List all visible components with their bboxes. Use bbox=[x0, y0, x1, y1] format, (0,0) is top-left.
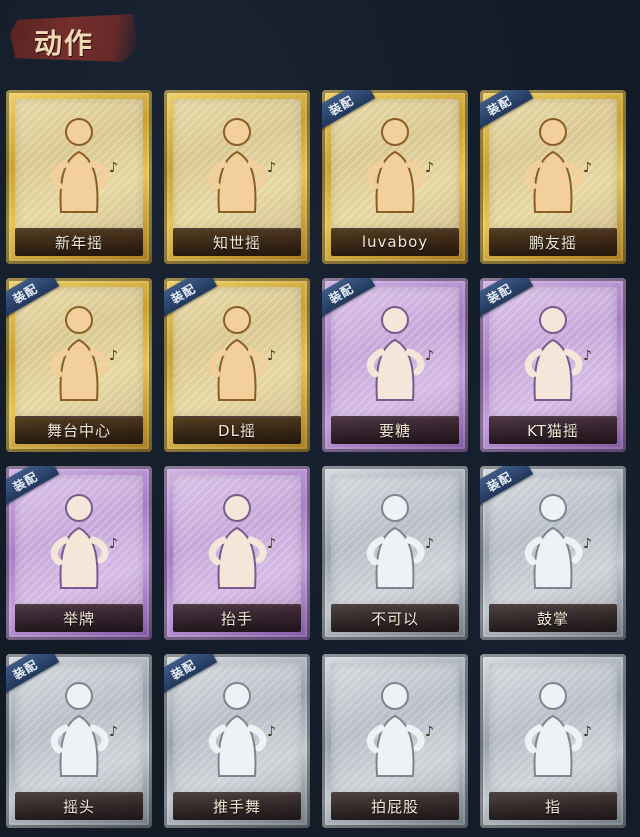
emote-card[interactable]: ♪ 摇头 装配 bbox=[6, 654, 152, 828]
emote-card[interactable]: ♪ 要糖 装配 bbox=[322, 278, 468, 452]
emote-card[interactable]: ♪ 新年摇 bbox=[6, 90, 152, 264]
card-name-bar: 要糖 bbox=[331, 416, 459, 444]
emote-name: 鼓掌 bbox=[536, 609, 569, 628]
emote-name: 指 bbox=[544, 797, 561, 816]
emote-card[interactable]: ♪ 举牌 装配 bbox=[6, 466, 152, 640]
section-header: 动作 bbox=[10, 14, 138, 62]
emote-name: 不可以 bbox=[370, 609, 419, 628]
emote-card[interactable]: ♪ luvaboy 装配 bbox=[322, 90, 468, 264]
emote-name: 拍屁股 bbox=[370, 797, 419, 816]
emote-name: 抬手 bbox=[220, 609, 253, 628]
card-name-bar: 指 bbox=[489, 792, 617, 820]
emote-card[interactable]: ♪ DL摇 装配 bbox=[164, 278, 310, 452]
emote-name: 知世摇 bbox=[212, 233, 261, 252]
card-name-bar: 鹏友摇 bbox=[489, 228, 617, 256]
card-name-bar: luvaboy bbox=[331, 228, 459, 256]
emote-name: KT猫摇 bbox=[527, 421, 579, 440]
emote-card[interactable]: ♪ 抬手 bbox=[164, 466, 310, 640]
emote-card[interactable]: ♪ 拍屁股 bbox=[322, 654, 468, 828]
emote-name: 舞台中心 bbox=[46, 421, 111, 440]
emote-name: 摇头 bbox=[62, 797, 95, 816]
emote-name: luvaboy bbox=[361, 233, 429, 251]
card-name-bar: 鼓掌 bbox=[489, 604, 617, 632]
card-name-bar: 抬手 bbox=[173, 604, 301, 632]
emote-card[interactable]: ♪ 知世摇 bbox=[164, 90, 310, 264]
emote-name: DL摇 bbox=[218, 421, 256, 440]
emote-card[interactable]: ♪ 指 bbox=[480, 654, 626, 828]
card-name-bar: 拍屁股 bbox=[331, 792, 459, 820]
card-name-bar: 举牌 bbox=[15, 604, 143, 632]
emote-card[interactable]: ♪ KT猫摇 装配 bbox=[480, 278, 626, 452]
card-name-bar: DL摇 bbox=[173, 416, 301, 444]
card-name-bar: 新年摇 bbox=[15, 228, 143, 256]
emote-name: 要糖 bbox=[378, 421, 411, 440]
emote-name: 举牌 bbox=[62, 609, 95, 628]
card-name-bar: 推手舞 bbox=[173, 792, 301, 820]
card-name-bar: 摇头 bbox=[15, 792, 143, 820]
emote-card[interactable]: ♪ 鹏友摇 装配 bbox=[480, 90, 626, 264]
emote-card[interactable]: ♪ 不可以 bbox=[322, 466, 468, 640]
card-name-bar: 知世摇 bbox=[173, 228, 301, 256]
emote-name: 推手舞 bbox=[212, 797, 261, 816]
card-name-bar: 舞台中心 bbox=[15, 416, 143, 444]
page-title: 动作 bbox=[34, 27, 95, 60]
emote-name: 新年摇 bbox=[54, 233, 103, 252]
emote-name: 鹏友摇 bbox=[528, 233, 577, 252]
emote-card[interactable]: ♪ 鼓掌 装配 bbox=[480, 466, 626, 640]
card-name-bar: 不可以 bbox=[331, 604, 459, 632]
emote-card[interactable]: ♪ 推手舞 装配 bbox=[164, 654, 310, 828]
card-name-bar: KT猫摇 bbox=[489, 416, 617, 444]
emote-card[interactable]: ♪ 舞台中心 装配 bbox=[6, 278, 152, 452]
